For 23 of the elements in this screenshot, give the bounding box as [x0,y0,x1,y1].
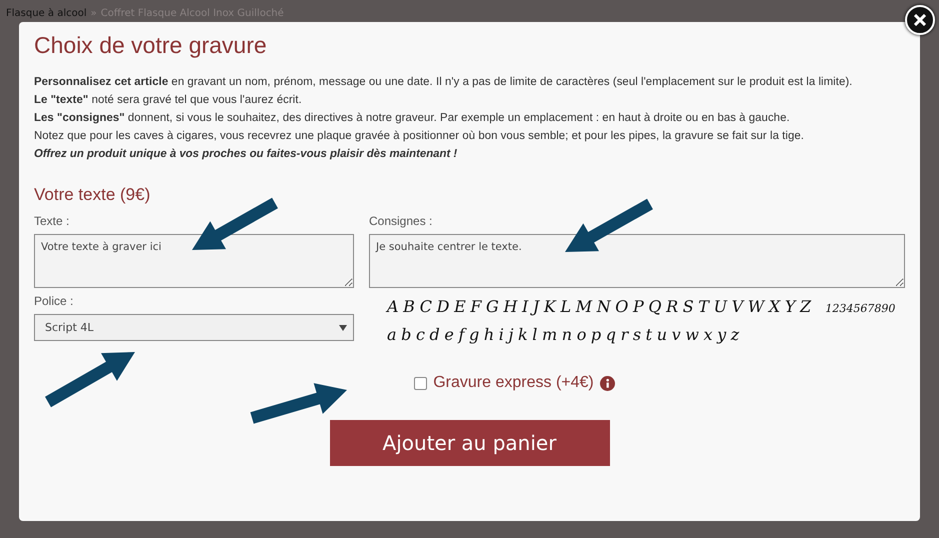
font-select[interactable]: Script 4L [34,314,354,341]
info-icon[interactable] [600,376,615,390]
breadcrumb-separator: » [90,8,97,21]
field-label: Consignes : [369,214,434,228]
section-title: Votre texte (9€) [34,185,152,205]
font-sample: ABCDEFGHIJKLMNOPQRSTUVWXYZ 1234567890 [387,296,896,318]
intro-text: Le "texte" noté sera gravé tel que vous l'aurez écrit. [34,93,303,108]
checkbox-label: Gravure express (+4€) [433,374,594,392]
instructions-field[interactable]: Je souhaite centrer le texte. [369,234,905,288]
checkbox[interactable] [414,376,428,390]
close-button[interactable] [905,5,935,35]
intro-text: Offrez un produit unique à vos proches ou faites-vous plaisir dès maintenant ! [34,147,458,162]
caret-icon [339,324,347,330]
intro-text: Personnalisez cet article en gravant un nom, prénom, message ou une date. Il n'y a pas de limite de caractères (seul l'emplacement sur le produit est la limite). [34,75,854,90]
intro-text: Notez que pour les caves à cigares, vous recevrez une plaque gravée à positionner où bon vous semble; et pour les pipes, la gravure se fait sur la tige. [34,129,805,144]
dialog-title: Choix de votre gravure [34,32,268,59]
close-icon [914,14,926,26]
font-sample: abcdefghijklmnopqrstuvwxyz [387,324,745,346]
text-field[interactable]: Votre texte à graver ici [34,234,354,288]
add-to-cart-button[interactable]: Ajouter au panier [330,420,610,466]
intro-text: Les "consignes" donnent, si vous le souhaitez, des directives à notre graveur. Par exemple un emplacement : en haut à droite ou en bas à gauche. [34,111,791,126]
field-label: Texte : [34,214,70,228]
field-label: Police : [34,294,74,308]
